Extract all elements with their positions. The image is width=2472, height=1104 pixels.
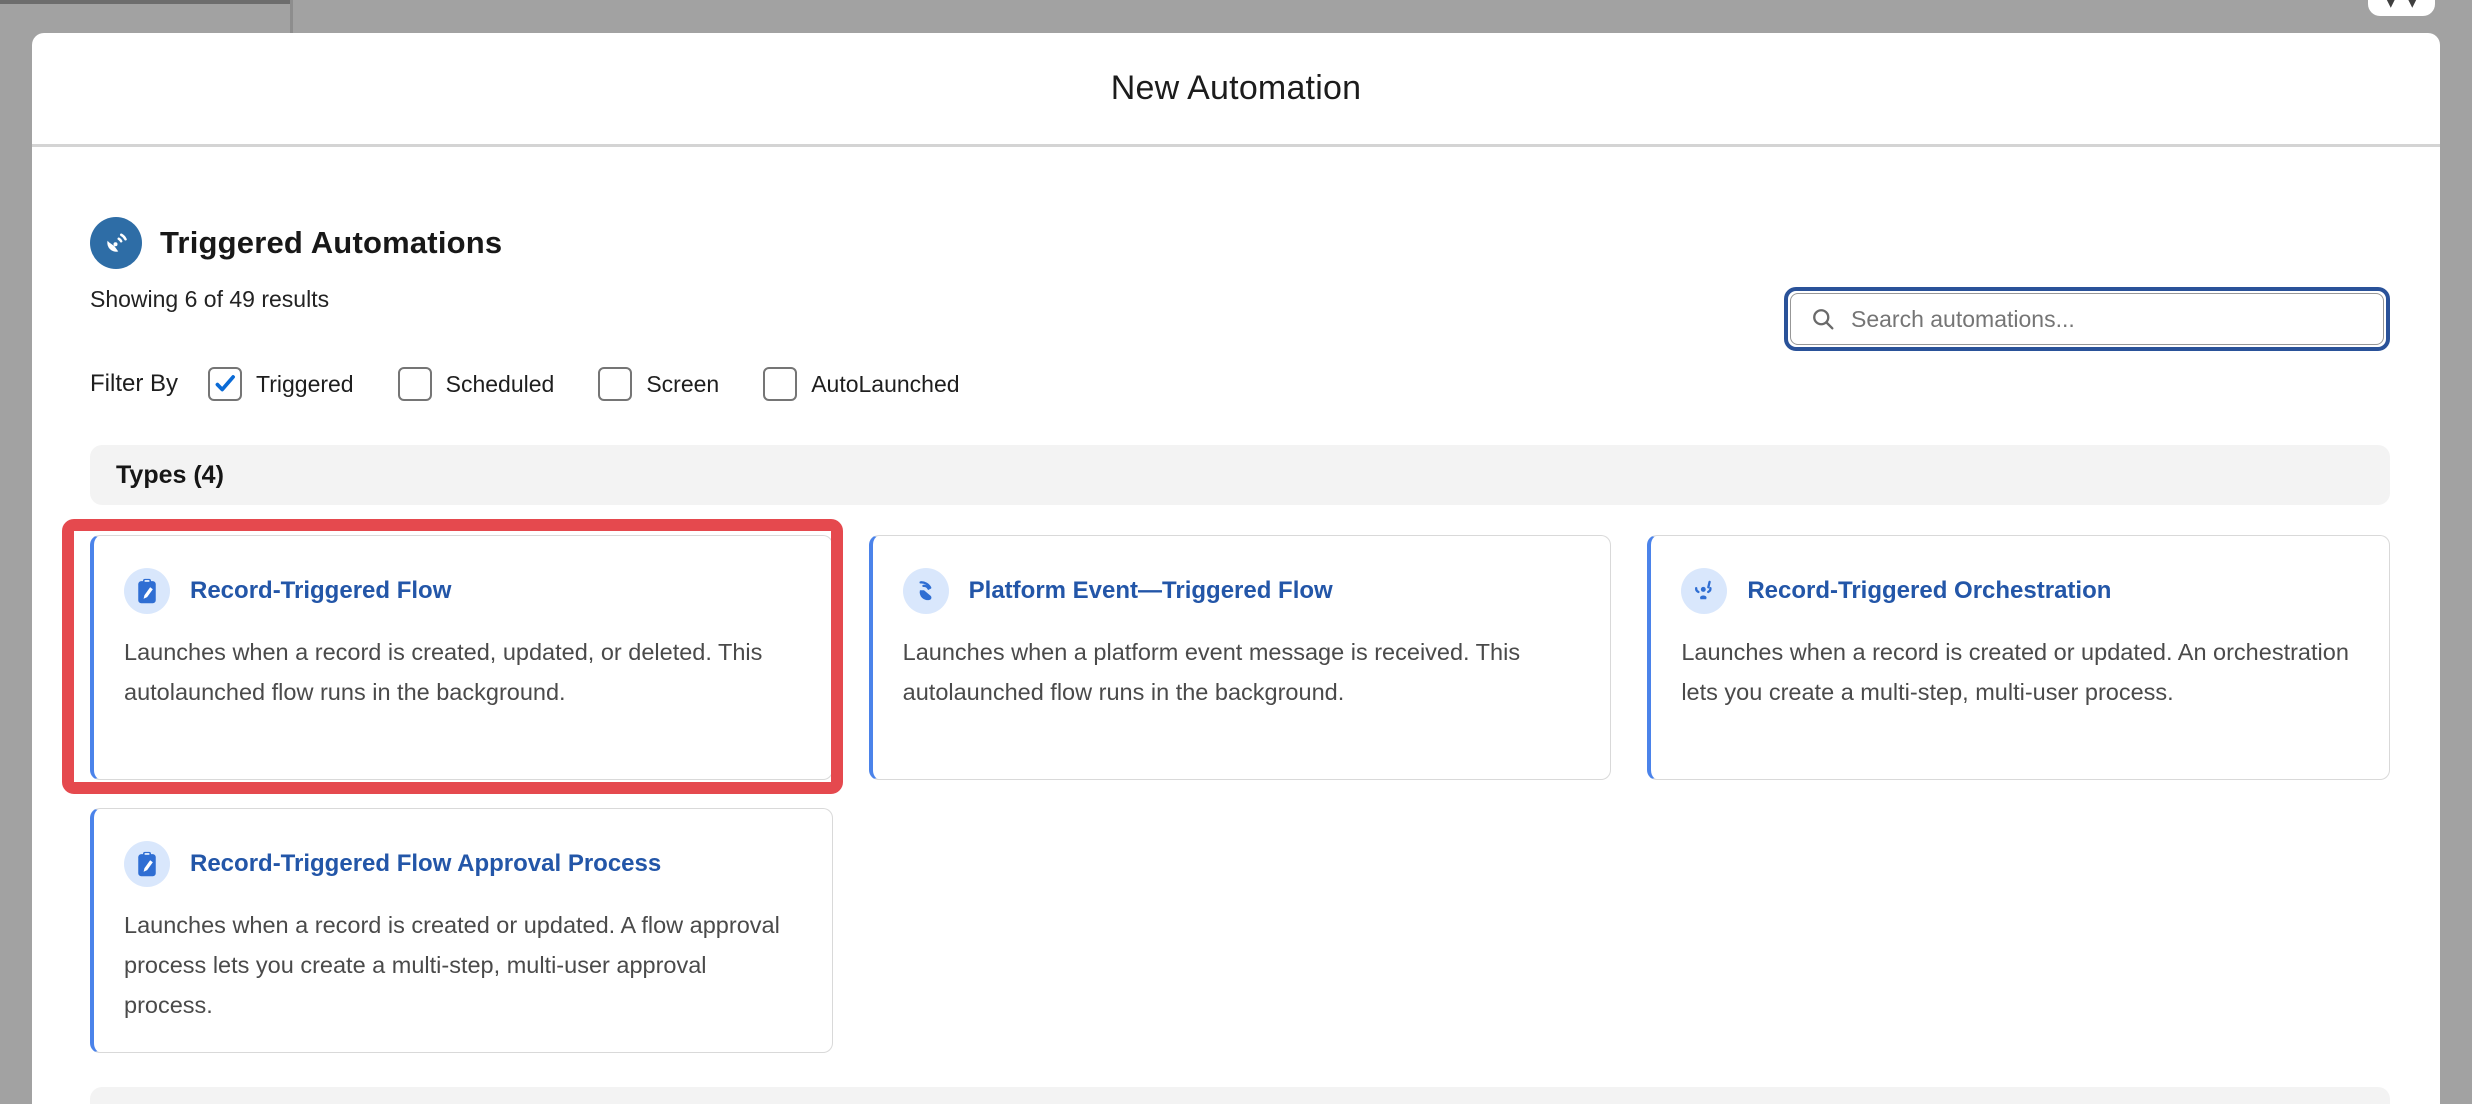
section-title: Triggered Automations [160,225,502,261]
radar-dish-icon [90,217,142,269]
modal-body: Triggered Automations Showing 6 of 49 re… [32,217,2440,1104]
filter-by-label: Filter By [90,370,178,398]
filter-label: Screen [646,371,719,398]
filter-checkbox-autolaunched[interactable]: AutoLaunched [763,367,959,401]
filter-checkbox-screen[interactable]: Screen [598,367,719,401]
search-icon [1809,305,1837,333]
checkbox-unchecked[interactable] [763,367,797,401]
card-title: Record-Triggered Flow [190,577,451,605]
card-title: Platform Event—Triggered Flow [969,577,1333,605]
checkbox-unchecked[interactable] [398,367,432,401]
clipboard-pencil-icon [124,841,170,887]
clipboard-pencil-icon [124,568,170,614]
types-section-header: Types (4) [90,445,2390,505]
modal-header: New Automation [32,33,2440,147]
card-platform-event-triggered-flow[interactable]: Platform Event—Triggered Flow Launches wh… [869,535,1612,780]
card-description: Launches when a platform event message i… [903,632,1581,712]
broadcast-icon [903,568,949,614]
filter-row: Filter By Triggered Scheduled Screen AutoLa… [90,367,2390,401]
filter-label: Triggered [256,371,354,398]
new-automation-modal: New Automation [32,33,2440,1104]
chevron-down-icon: ▾ [2408,0,2418,16]
card-title: Record-Triggered Flow Approval Process [190,850,661,878]
results-summary: Showing 6 of 49 results [90,285,502,313]
background-window-top-edge [0,0,292,4]
next-section-bar-partial [90,1087,2390,1104]
window-collapse-control[interactable]: ▾ ▾ [2368,0,2435,16]
card-description: Launches when a record is created, updat… [124,632,802,712]
card-title: Record-Triggered Orchestration [1747,577,2111,605]
filter-checkbox-triggered[interactable]: Triggered [208,367,354,401]
card-record-triggered-flow[interactable]: Record-Triggered Flow Launches when a rec… [90,535,833,780]
checkbox-unchecked[interactable] [598,367,632,401]
card-description: Launches when a record is created or upd… [124,905,802,1025]
section-heading-block: Triggered Automations Showing 6 of 49 re… [90,217,502,313]
background-window-divider [290,0,293,33]
chevron-down-icon: ▾ [2386,0,2396,16]
orchestration-icon [1681,568,1727,614]
filter-label: AutoLaunched [811,371,959,398]
screen: ▾ ▾ New Automation [0,0,2472,1104]
filter-label: Scheduled [446,371,555,398]
filter-checkbox-scheduled[interactable]: Scheduled [398,367,555,401]
search-input[interactable] [1851,306,2365,333]
automation-cards-grid: Record-Triggered Flow Launches when a rec… [90,535,2390,1053]
card-record-triggered-orchestration[interactable]: Record-Triggered Orchestration Launches w… [1647,535,2390,780]
card-description: Launches when a record is created or upd… [1681,632,2359,712]
search-box [1784,287,2390,351]
checkbox-checked-icon[interactable] [208,367,242,401]
card-record-triggered-flow-approval-process[interactable]: Record-Triggered Flow Approval Process La… [90,808,833,1053]
types-section-title: Types (4) [116,461,224,490]
modal-title: New Automation [1111,69,1361,108]
